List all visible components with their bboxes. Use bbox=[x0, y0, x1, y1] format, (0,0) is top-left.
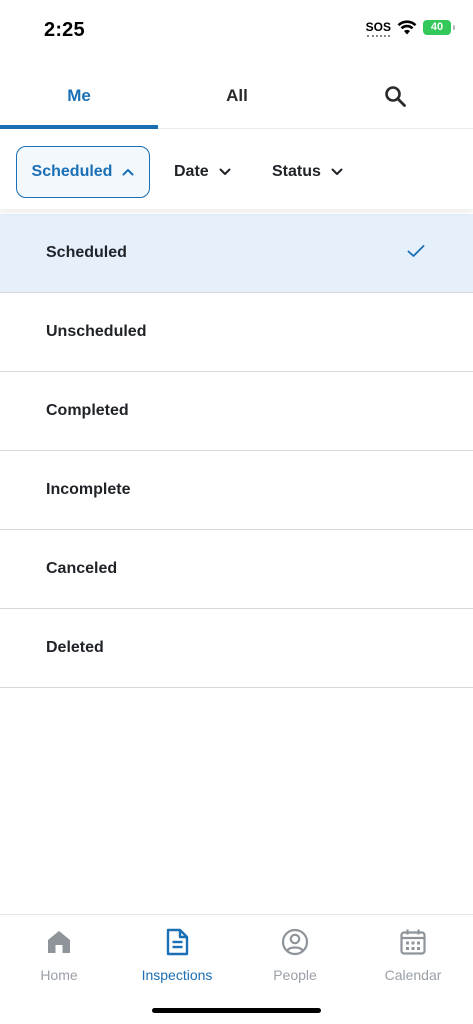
sos-indicator: SOS bbox=[365, 20, 391, 37]
filter-date-label: Date bbox=[174, 163, 209, 180]
nav-inspections[interactable]: Inspections bbox=[118, 915, 236, 995]
option-label: Completed bbox=[46, 402, 129, 419]
status-time: 2:25 bbox=[44, 19, 85, 41]
status-bar: 2:25 SOS 40 bbox=[0, 0, 473, 62]
nav-people[interactable]: People bbox=[236, 915, 354, 995]
option-scheduled[interactable]: Scheduled bbox=[0, 214, 473, 293]
search-icon bbox=[384, 85, 406, 107]
nav-people-label: People bbox=[273, 967, 317, 983]
nav-calendar-label: Calendar bbox=[384, 967, 442, 983]
battery-level: 40 bbox=[430, 21, 444, 33]
search-button[interactable] bbox=[316, 62, 473, 129]
chevron-down-icon bbox=[219, 168, 231, 175]
option-label: Canceled bbox=[46, 560, 118, 577]
nav-calendar[interactable]: Calendar bbox=[354, 915, 472, 995]
option-label: Scheduled bbox=[46, 244, 127, 261]
nav-home-label: Home bbox=[40, 967, 78, 983]
option-label: Incomplete bbox=[46, 481, 131, 498]
filter-bar: Scheduled Date Status bbox=[0, 129, 473, 209]
filter-status-button[interactable]: Status bbox=[272, 146, 343, 198]
filter-date-button[interactable]: Date bbox=[174, 146, 231, 198]
filter-status-label: Status bbox=[272, 163, 321, 180]
home-icon bbox=[48, 931, 70, 953]
document-icon bbox=[166, 928, 189, 956]
tab-me[interactable]: Me bbox=[0, 62, 158, 129]
option-deleted[interactable]: Deleted bbox=[0, 609, 473, 688]
status-indicators: SOS 40 bbox=[365, 19, 455, 37]
person-circle-icon bbox=[281, 928, 309, 956]
chevron-up-icon bbox=[122, 169, 134, 176]
chevron-down-icon bbox=[331, 168, 343, 175]
nav-inspections-label: Inspections bbox=[141, 967, 213, 983]
calendar-icon bbox=[400, 929, 426, 955]
filter-scheduled-button[interactable]: Scheduled bbox=[16, 146, 150, 198]
nav-home[interactable]: Home bbox=[0, 915, 118, 995]
option-canceled[interactable]: Canceled bbox=[0, 530, 473, 609]
filter-scheduled-label: Scheduled bbox=[31, 163, 113, 180]
option-label: Deleted bbox=[46, 639, 104, 656]
option-incomplete[interactable]: Incomplete bbox=[0, 451, 473, 530]
battery-icon: 40 bbox=[423, 19, 455, 35]
option-label: Unscheduled bbox=[46, 323, 147, 340]
option-completed[interactable]: Completed bbox=[0, 372, 473, 451]
home-indicator bbox=[152, 1008, 321, 1013]
tab-all[interactable]: All bbox=[158, 62, 316, 129]
checkmark-icon bbox=[407, 245, 425, 257]
scheduled-options-list: Scheduled Unscheduled Completed Incomple… bbox=[0, 214, 473, 688]
option-unscheduled[interactable]: Unscheduled bbox=[0, 293, 473, 372]
top-tab-bar: Me All bbox=[0, 62, 473, 129]
wifi-icon bbox=[397, 20, 417, 35]
